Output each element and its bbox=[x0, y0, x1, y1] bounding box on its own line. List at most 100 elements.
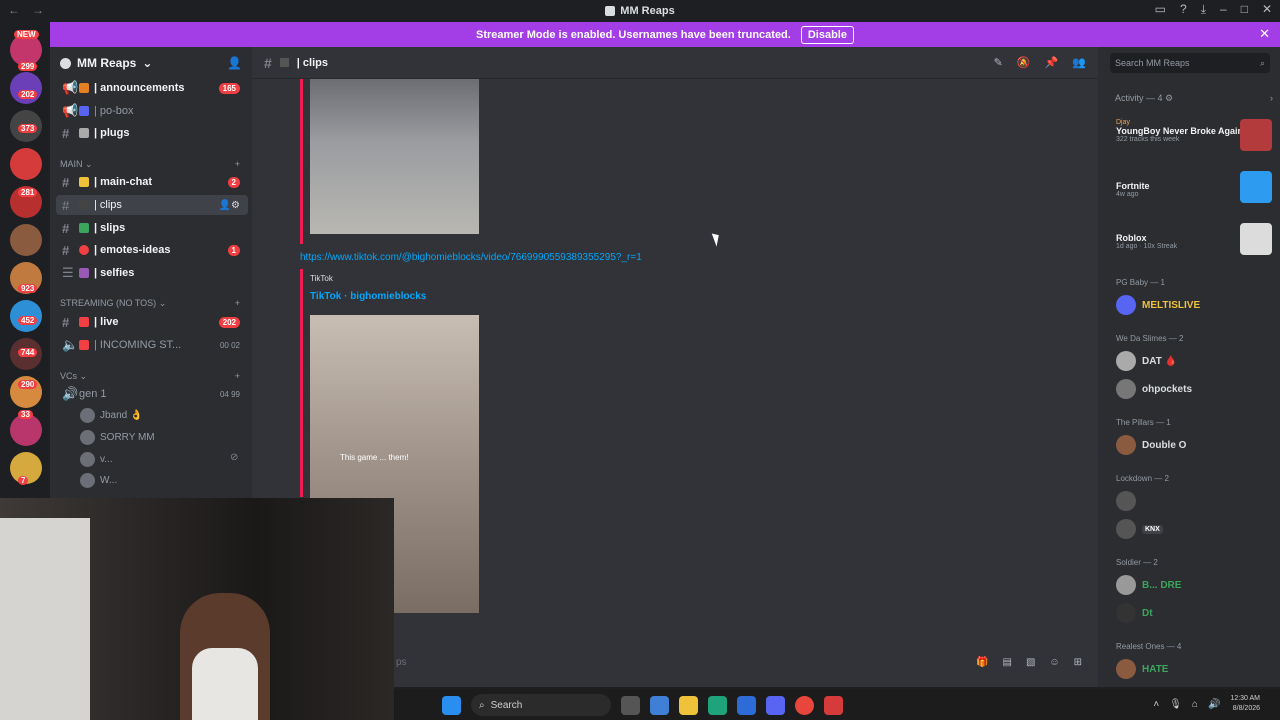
message-input[interactable]: ps 🎁 ▤ ▧ ☺ ⊞ bbox=[392, 647, 1092, 677]
voice-channel-gen-1[interactable]: 🔊 gen 1 04 99 bbox=[56, 384, 248, 404]
channel-main-chat[interactable]: # | main-chat 2 bbox=[56, 172, 248, 192]
guild-badge: 33 bbox=[18, 410, 33, 419]
member-list-icon[interactable]: 👥 bbox=[1072, 56, 1086, 69]
member-item[interactable]: Dt bbox=[1116, 603, 1153, 623]
mic-icon[interactable]: 🎙 bbox=[1169, 699, 1182, 710]
app-icon[interactable] bbox=[824, 695, 843, 715]
add-channel-icon[interactable]: + bbox=[235, 159, 240, 170]
store-icon[interactable] bbox=[737, 695, 756, 715]
inbox-icon[interactable]: ▭ bbox=[1155, 2, 1166, 17]
volume-icon[interactable]: 🔊 bbox=[1208, 699, 1220, 710]
channel-label: | selfies bbox=[94, 267, 135, 279]
voice-user[interactable]: Jband 👌 bbox=[80, 408, 142, 423]
embed-title[interactable]: TikTok · bighomieblocks bbox=[310, 291, 426, 302]
network-icon[interactable]: ⌂ bbox=[1192, 699, 1198, 710]
emoji-icon[interactable]: ☺ bbox=[1049, 657, 1059, 668]
clock[interactable]: 12:30 AM 8/8/2026 bbox=[1230, 694, 1260, 714]
channel-live[interactable]: # | live 202 bbox=[56, 312, 248, 332]
apps-icon[interactable]: ⊞ bbox=[1074, 657, 1082, 668]
gift-icon[interactable]: 🎁 bbox=[976, 657, 988, 668]
activity-item[interactable]: Fortnite 4w ago bbox=[1116, 171, 1274, 203]
pin-icon[interactable]: 📌 bbox=[1045, 56, 1059, 69]
channel-plugs[interactable]: # | plugs bbox=[56, 123, 248, 143]
nav-arrows: ← → bbox=[8, 3, 44, 17]
channel-emoji-icon bbox=[79, 128, 89, 138]
activity-item[interactable]: Roblox 1d ago · 10x Streak bbox=[1116, 223, 1274, 255]
video-thumbnail[interactable] bbox=[310, 79, 479, 234]
channel-emoji-icon bbox=[79, 177, 89, 187]
channel-emoji-icon bbox=[279, 58, 289, 67]
chevron-right-icon[interactable]: › bbox=[1270, 93, 1273, 104]
guild-badge: 452 bbox=[18, 316, 38, 325]
chrome-icon[interactable] bbox=[795, 695, 814, 715]
voice-user[interactable]: v... bbox=[80, 452, 113, 467]
member-item[interactable] bbox=[1116, 491, 1142, 511]
avatar bbox=[80, 452, 95, 467]
activity-item[interactable]: Djay YoungBoy Never Broke Again 322 trac… bbox=[1116, 119, 1274, 151]
discord-icon[interactable] bbox=[766, 695, 785, 715]
gif-icon[interactable]: ▤ bbox=[1002, 657, 1011, 668]
member-item[interactable]: ohpockets bbox=[1116, 379, 1192, 399]
help-icon[interactable]: ? bbox=[1180, 2, 1187, 17]
member-item[interactable]: MELTISLIVE bbox=[1116, 295, 1200, 315]
channel-emoji-icon bbox=[79, 200, 89, 210]
server-icon[interactable] bbox=[10, 72, 42, 104]
member-item[interactable]: DAT 🩸 bbox=[1116, 351, 1177, 371]
channel-slips[interactable]: # | slips bbox=[56, 218, 248, 238]
channel-emoji-icon bbox=[79, 340, 89, 350]
roblox-icon bbox=[1240, 223, 1272, 255]
edge-icon[interactable] bbox=[708, 695, 727, 715]
member-item[interactable]: KNX bbox=[1116, 519, 1163, 539]
channel-po-box[interactable]: 📢 | po-box bbox=[56, 101, 248, 121]
channel-clips[interactable]: # | clips 👤⚙ bbox=[56, 195, 248, 215]
channel-timer: 04 99 bbox=[219, 389, 240, 399]
member-item[interactable]: Double O bbox=[1116, 435, 1186, 455]
channel-emotes-ideas[interactable]: # | emotes-ideas 1 bbox=[56, 240, 248, 260]
avatar bbox=[1116, 379, 1136, 399]
server-icon[interactable] bbox=[10, 224, 42, 256]
embed-provider: TikTok bbox=[310, 274, 333, 283]
minimize-icon[interactable]: – bbox=[1220, 2, 1227, 17]
avatar bbox=[80, 473, 95, 488]
chevron-down-icon: ⌄ bbox=[156, 298, 167, 308]
download-icon[interactable]: ⤓ bbox=[1201, 2, 1206, 17]
category-vcs[interactable]: VCs ⌄ + bbox=[60, 371, 240, 382]
chevron-up-icon[interactable]: ˄ bbox=[1153, 699, 1159, 710]
header-toolbar: ✎ 🔕 📌 👥 bbox=[994, 56, 1086, 69]
server-icon[interactable] bbox=[10, 148, 42, 180]
file-explorer-icon[interactable] bbox=[679, 695, 698, 715]
channel-selfies[interactable]: ☰ | selfies bbox=[56, 263, 248, 283]
member-item[interactable]: HATE bbox=[1116, 659, 1168, 679]
voice-user[interactable]: W... bbox=[80, 473, 117, 488]
taskbar-search[interactable]: ⌕ Search bbox=[471, 694, 611, 716]
hash-icon: # bbox=[62, 220, 70, 236]
channel-announcements[interactable]: 📢 | announcements 165 bbox=[56, 78, 248, 98]
sticker-icon[interactable]: ▧ bbox=[1026, 657, 1035, 668]
disable-button[interactable]: Disable bbox=[800, 25, 854, 44]
close-window-icon[interactable]: ✕ bbox=[1262, 2, 1272, 17]
channel-label: | announcements bbox=[94, 82, 185, 94]
maximize-icon[interactable]: □ bbox=[1241, 2, 1248, 17]
windows-start-icon[interactable] bbox=[442, 695, 461, 715]
tiktok-link[interactable]: https://www.tiktok.com/@bighomieblocks/v… bbox=[300, 252, 642, 263]
back-icon[interactable]: ← bbox=[8, 3, 20, 17]
add-friend-icon[interactable]: 👤 bbox=[227, 56, 242, 70]
voice-user[interactable]: SORRY MM bbox=[80, 430, 155, 445]
banner-close-icon[interactable]: ✕ bbox=[1259, 26, 1270, 42]
copilot-icon[interactable] bbox=[650, 695, 669, 715]
server-header[interactable]: MM Reaps ⌄ 👤 bbox=[50, 47, 252, 79]
member-item[interactable]: B... DRE bbox=[1116, 575, 1181, 595]
task-view-icon[interactable] bbox=[621, 695, 640, 715]
add-channel-icon[interactable]: + bbox=[235, 298, 240, 309]
taskbar-apps: ⌕ Search bbox=[442, 694, 843, 716]
category-main[interactable]: MAIN ⌄ + bbox=[60, 159, 240, 170]
channel-incoming-streams[interactable]: 🔈 | INCOMING ST... 00 02 bbox=[56, 335, 248, 355]
channel-settings-icon[interactable]: 👤⚙ bbox=[219, 200, 240, 211]
threads-icon[interactable]: ✎ bbox=[994, 56, 1003, 69]
activity-header[interactable]: Activity — 4 ⚙ › bbox=[1115, 93, 1273, 104]
search-input[interactable]: Search MM Reaps ⌕ bbox=[1110, 53, 1270, 73]
notification-bell-icon[interactable]: 🔕 bbox=[1017, 56, 1031, 69]
category-streaming[interactable]: STREAMING (NO TOS) ⌄ + bbox=[60, 298, 240, 309]
forward-icon[interactable]: → bbox=[32, 3, 44, 17]
add-channel-icon[interactable]: + bbox=[235, 371, 240, 382]
